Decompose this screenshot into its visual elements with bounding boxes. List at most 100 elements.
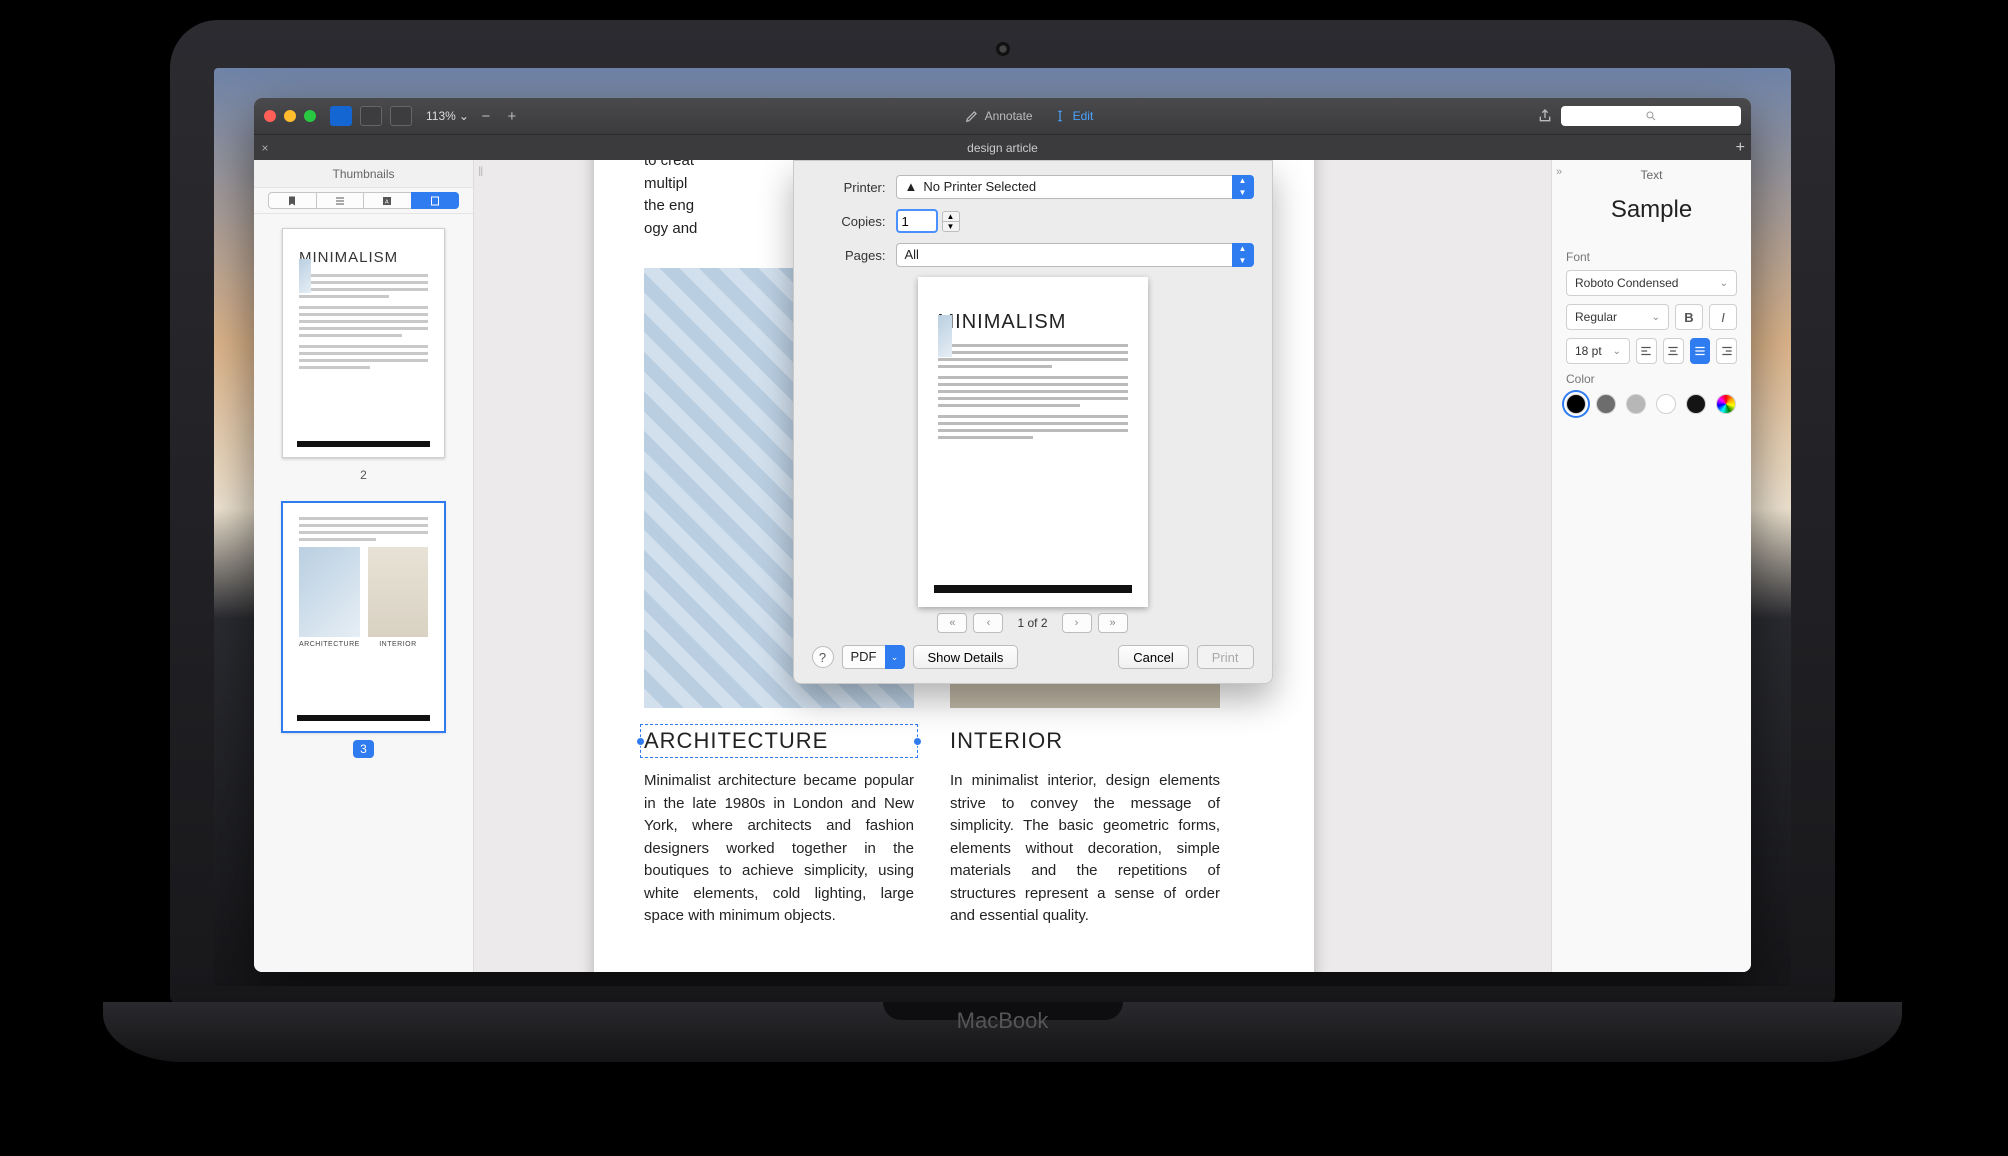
align-center-button[interactable] [1663, 338, 1684, 364]
align-right-button[interactable] [1716, 338, 1737, 364]
thumbnails-list[interactable]: MINIMALISM 2 [254, 214, 473, 972]
text-inspector: » Text Sample Font Roboto Condensed ⌄ Re… [1551, 160, 1751, 972]
document-tab-title[interactable]: design article [967, 141, 1038, 155]
close-window-button[interactable] [264, 110, 276, 122]
thumbnail-heading: MINIMALISM [299, 249, 428, 266]
tab-close-button[interactable]: × [254, 141, 276, 155]
copies-input[interactable] [896, 209, 938, 233]
annotate-label: Annotate [985, 109, 1033, 123]
thumbnail-footer-bar [297, 441, 430, 447]
color-swatch-custom[interactable] [1716, 394, 1736, 414]
print-dialog: Printer: ▲ No Printer Selected ▲▼ [793, 160, 1273, 684]
font-family-select[interactable]: Roboto Condensed ⌄ [1566, 270, 1737, 296]
preview-next-button[interactable]: › [1062, 613, 1092, 633]
italic-button[interactable]: I [1709, 304, 1737, 330]
thumbnail-text-placeholder [299, 274, 428, 369]
color-section-label: Color [1566, 372, 1737, 386]
svg-text:A: A [385, 199, 389, 205]
annotate-mode-button[interactable]: Annotate [965, 109, 1033, 123]
sidebar-tab-outline[interactable] [316, 192, 364, 209]
align-left-button[interactable] [1636, 338, 1657, 364]
thumbnail-image-arch [299, 547, 360, 637]
align-justify-button[interactable] [1690, 338, 1711, 364]
sidebar-toggle-icon[interactable] [330, 106, 352, 126]
sidebar-tab-bookmarks[interactable] [268, 192, 316, 209]
font-section-label: Font [1566, 250, 1737, 264]
preview-page-indicator: 1 of 2 [1017, 616, 1047, 630]
preview-page-nav: « ‹ 1 of 2 › » [812, 613, 1254, 633]
select-arrows-icon: ▲▼ [1232, 175, 1254, 199]
preview-last-button[interactable]: » [1098, 613, 1128, 633]
sidebar-tab-annotations[interactable]: A [363, 192, 411, 209]
stepper-up-icon[interactable]: ▲ [942, 211, 960, 221]
copies-stepper[interactable]: ▲ ▼ [942, 211, 960, 232]
fullscreen-window-button[interactable] [304, 110, 316, 122]
thumbnail-image-strip [299, 259, 311, 293]
font-style-select[interactable]: Regular ⌄ [1566, 304, 1669, 330]
chevron-down-icon: ⌄ [1720, 278, 1728, 289]
pages-label: Pages: [812, 248, 886, 263]
font-size-select[interactable]: 18 pt ⌄ [1566, 338, 1630, 364]
stepper-down-icon[interactable]: ▼ [942, 221, 960, 232]
new-tab-button[interactable]: + [1736, 139, 1745, 157]
body-architecture[interactable]: Minimalist architecture became popular i… [644, 770, 914, 928]
print-help-button[interactable]: ? [812, 646, 834, 668]
thumbnail-image-interior [368, 547, 428, 637]
show-details-button[interactable]: Show Details [913, 645, 1019, 669]
font-size-value: 18 pt [1575, 344, 1602, 358]
preview-footer-bar [934, 585, 1132, 593]
thumbnail-page-2[interactable]: MINIMALISM [282, 228, 445, 458]
color-swatch-darkgray[interactable] [1596, 394, 1616, 414]
inspector-title: Text [1566, 160, 1737, 190]
thumbnail-page-3[interactable]: ARCHITECTURE INTERIOR [282, 502, 445, 732]
zoom-in-button[interactable]: + [503, 108, 521, 125]
sidebar-tab-thumbnails[interactable] [411, 192, 460, 209]
search-input[interactable] [1561, 106, 1741, 126]
printer-select[interactable]: ▲ No Printer Selected ▲▼ [896, 175, 1254, 199]
thumbnail-label-2: 2 [282, 468, 445, 482]
laptop-lid: 113% ⌄ − + Annotate Edit [170, 20, 1835, 1004]
printer-label: Printer: [812, 180, 886, 195]
cancel-button[interactable]: Cancel [1118, 645, 1188, 669]
heading-architecture[interactable]: ARCHITECTURE [644, 728, 914, 754]
zoom-value: 113% [426, 109, 456, 123]
zoom-out-button[interactable]: − [477, 108, 495, 125]
warning-icon: ▲ [905, 176, 918, 198]
laptop-brand-label: MacBook [957, 1008, 1049, 1034]
laptop-base: MacBook [103, 1002, 1901, 1062]
edit-mode-button[interactable]: Edit [1053, 109, 1094, 123]
chevron-down-icon: ⌄ [1652, 312, 1660, 323]
pdf-dropdown[interactable]: PDF ⌄ [842, 645, 905, 669]
color-swatch-nearblack[interactable] [1686, 394, 1706, 414]
preview-first-button[interactable]: « [937, 613, 967, 633]
heading-interior[interactable]: INTERIOR [950, 728, 1220, 754]
pages-select[interactable]: All ▲▼ [896, 243, 1254, 267]
copies-label: Copies: [812, 214, 886, 229]
column-architecture: ARCHITECTURE Minimalist architecture bec… [644, 728, 914, 928]
view-gallery-icon[interactable] [360, 106, 382, 126]
preview-prev-button[interactable]: ‹ [973, 613, 1003, 633]
zoom-control[interactable]: 113% ⌄ [426, 109, 469, 123]
color-swatch-white[interactable] [1656, 394, 1676, 414]
color-swatch-gray[interactable] [1626, 394, 1646, 414]
bold-button[interactable]: B [1675, 304, 1703, 330]
column-interior: INTERIOR In minimalist interior, design … [950, 728, 1220, 928]
desktop-wallpaper: 113% ⌄ − + Annotate Edit [214, 68, 1791, 986]
thumbnail-footer-bar [297, 715, 430, 721]
font-style-value: Regular [1575, 310, 1617, 324]
sidebar-resize-handle[interactable]: ‖ [478, 164, 488, 179]
preview-text-placeholder [938, 344, 1128, 439]
view-contact-sheet-icon[interactable] [390, 106, 412, 126]
sidebar-title: Thumbnails [254, 160, 473, 188]
inspector-collapse-icon[interactable]: » [1556, 166, 1562, 178]
color-swatch-black[interactable] [1566, 394, 1586, 414]
pdf-label: PDF [842, 645, 885, 669]
body-interior[interactable]: In minimalist interior, design elements … [950, 770, 1220, 928]
pencil-icon [965, 109, 979, 123]
print-button[interactable]: Print [1197, 645, 1254, 669]
share-icon[interactable] [1537, 108, 1553, 124]
sidebar-view-tabs: A [254, 188, 473, 214]
document-canvas[interactable]: ‖ to creat multipl the eng ogy and [474, 160, 1551, 972]
minimize-window-button[interactable] [284, 110, 296, 122]
preview-heading: MINIMALISM [938, 311, 1128, 334]
